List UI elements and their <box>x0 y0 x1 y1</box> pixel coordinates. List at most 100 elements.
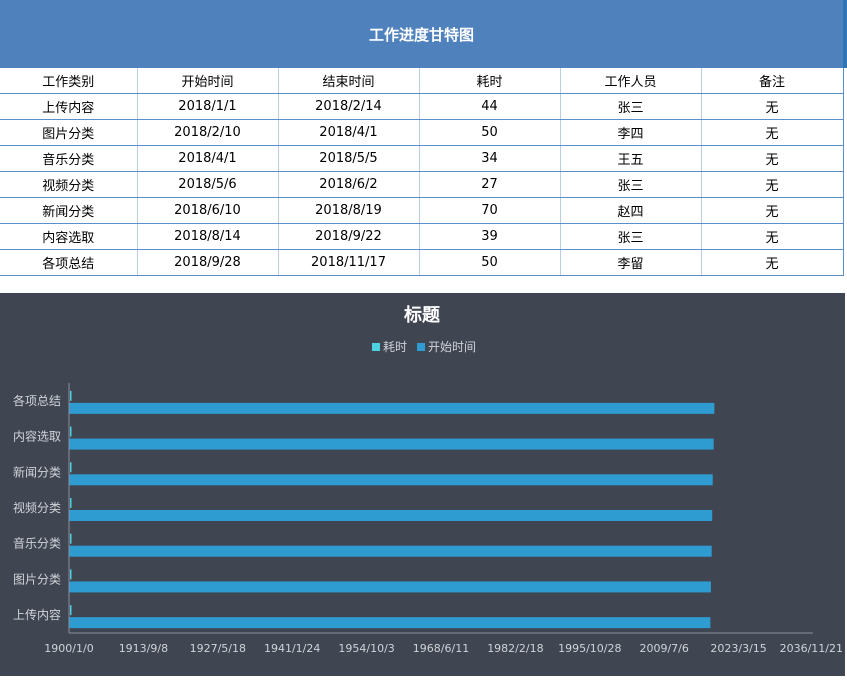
legend-label[interactable]: 开始时间 <box>428 340 476 354</box>
table-cell[interactable]: 44 <box>419 93 561 120</box>
table-cell[interactable]: 2018/4/1 <box>278 119 420 146</box>
table-cell[interactable]: 2018/6/10 <box>137 197 279 224</box>
table-cell[interactable]: 无 <box>701 171 844 198</box>
table-cell[interactable]: 图片分类 <box>0 119 138 146</box>
start-time-bar[interactable] <box>69 581 711 593</box>
table-cell[interactable]: 27 <box>419 171 561 198</box>
table-cell[interactable]: 内容选取 <box>0 223 138 250</box>
table-cell[interactable]: 无 <box>701 145 844 172</box>
table-cell[interactable]: 音乐分类 <box>0 145 138 172</box>
table-cell[interactable]: 王五 <box>560 145 702 172</box>
table-row: 视频分类 2018/5/6 2018/6/2 27 张三无 <box>0 171 844 198</box>
table-cell[interactable]: 2018/9/28 <box>137 249 279 276</box>
y-tick-label: 内容选取 <box>13 429 61 444</box>
table-cell[interactable]: 50 <box>419 119 561 146</box>
table-cell[interactable]: 39 <box>419 223 561 250</box>
chart-title: 标题 <box>403 304 441 326</box>
chart-bars <box>69 390 715 629</box>
table-row: 图片分类 2018/2/10 2018/4/1 50 李四无 <box>0 119 844 146</box>
x-tick-label: 1982/2/18 <box>487 642 543 655</box>
table-cell[interactable]: 视频分类 <box>0 171 138 198</box>
table-cell[interactable]: 张三 <box>560 93 702 120</box>
x-tick-label: 1927/5/18 <box>190 642 246 655</box>
table-cell[interactable]: 2018/5/6 <box>137 171 279 198</box>
header-cell[interactable]: 工作人员 <box>560 68 702 94</box>
table-cell[interactable]: 2018/6/2 <box>278 171 420 198</box>
x-tick-label: 2023/3/15 <box>710 642 766 655</box>
table-cell[interactable]: 2018/5/5 <box>278 145 420 172</box>
table-cell[interactable]: 李四 <box>560 119 702 146</box>
gantt-chart[interactable]: 标题 耗时 开始时间 上传内容 图片分类 音乐分类 视频分类 新闻分类 内容选取 各项总结 1… <box>0 293 845 676</box>
sheet-title: 工作进度甘特图 <box>0 0 843 68</box>
sheet-edge-strip <box>843 0 847 68</box>
table-cell[interactable]: 无 <box>701 119 844 146</box>
duration-bar[interactable] <box>70 605 72 616</box>
header-cell[interactable]: 耗时 <box>419 68 561 94</box>
y-tick-label: 图片分类 <box>13 572 61 586</box>
table-cell[interactable]: 2018/4/1 <box>137 145 279 172</box>
table-cell[interactable]: 2018/2/14 <box>278 93 420 120</box>
table-cell[interactable]: 2018/11/17 <box>278 249 420 276</box>
x-tick-label: 1968/6/11 <box>413 642 469 655</box>
duration-bar[interactable] <box>70 498 72 508</box>
table-cell[interactable]: 34 <box>419 145 561 172</box>
table-cell[interactable]: 各项总结 <box>0 249 138 276</box>
legend-swatch <box>372 343 380 351</box>
y-axis-labels: 上传内容 图片分类 音乐分类 视频分类 新闻分类 内容选取 各项总结 <box>13 393 61 622</box>
table-cell[interactable]: 张三 <box>560 171 702 198</box>
table-cell[interactable]: 无 <box>701 197 844 224</box>
start-time-bar[interactable] <box>69 617 711 629</box>
legend-label[interactable]: 耗时 <box>383 340 407 354</box>
duration-bar[interactable] <box>70 462 72 473</box>
x-tick-label: 1995/10/28 <box>558 642 621 655</box>
table-cell[interactable]: 无 <box>701 223 844 250</box>
duration-bar[interactable] <box>70 426 72 437</box>
table-cell[interactable]: 新闻分类 <box>0 197 138 224</box>
table-cell[interactable]: 70 <box>419 197 561 224</box>
duration-bar[interactable] <box>70 390 72 401</box>
header-cell[interactable]: 开始时间 <box>137 68 279 94</box>
header-cell[interactable]: 结束时间 <box>278 68 420 94</box>
table-row: 上传内容 2018/1/1 2018/2/14 44 张三无 <box>0 93 844 120</box>
y-tick-label: 各项总结 <box>13 393 61 408</box>
chart-legend[interactable]: 耗时 开始时间 <box>372 340 476 354</box>
x-tick-label: 1913/9/8 <box>119 642 168 655</box>
table-cell[interactable]: 上传内容 <box>0 93 138 120</box>
table-cell[interactable]: 2018/8/19 <box>278 197 420 224</box>
chart-canvas: 标题 耗时 开始时间 上传内容 图片分类 音乐分类 视频分类 新闻分类 内容选取 各项总结 1… <box>13 304 843 655</box>
data-table: 工作类别 开始时间 结束时间 耗时 工作人员 备注 上传内容 2018/1/1 20… <box>0 68 844 276</box>
table-cell[interactable]: 无 <box>701 249 844 276</box>
legend-swatch <box>417 343 425 351</box>
x-tick-label: 1900/1/0 <box>44 642 93 655</box>
y-tick-label: 音乐分类 <box>13 536 61 551</box>
table-row: 内容选取 2018/8/14 2018/9/22 39 张三无 <box>0 223 844 250</box>
y-tick-label: 上传内容 <box>13 607 61 622</box>
start-time-bar[interactable] <box>69 438 714 450</box>
x-tick-label: 2009/7/6 <box>639 642 688 655</box>
table-cell[interactable]: 无 <box>701 93 844 120</box>
x-tick-label: 1941/1/24 <box>264 642 320 655</box>
duration-bar[interactable] <box>70 569 72 580</box>
start-time-bar[interactable] <box>69 402 715 414</box>
table-cell[interactable]: 李留 <box>560 249 702 276</box>
table-cell[interactable]: 赵四 <box>560 197 702 224</box>
x-tick-label: 1954/10/3 <box>338 642 394 655</box>
header-cell[interactable]: 备注 <box>701 68 844 94</box>
start-time-bar[interactable] <box>69 474 713 486</box>
table-row: 新闻分类 2018/6/10 2018/8/19 70 赵四无 <box>0 197 844 224</box>
x-tick-label: 2036/11/21 <box>780 642 843 655</box>
duration-bar[interactable] <box>70 533 72 544</box>
table-row: 各项总结 2018/9/28 2018/11/17 50 李留无 <box>0 249 844 276</box>
table-cell[interactable]: 2018/2/10 <box>137 119 279 146</box>
table-cell[interactable]: 2018/1/1 <box>137 93 279 120</box>
table-cell[interactable]: 2018/9/22 <box>278 223 420 250</box>
start-time-bar[interactable] <box>69 545 712 557</box>
table-cell[interactable]: 张三 <box>560 223 702 250</box>
x-axis-labels: 1900/1/0 1913/9/8 1927/5/18 1941/1/24 1954/1… <box>44 642 843 655</box>
start-time-bar[interactable] <box>69 510 713 521</box>
header-cell[interactable]: 工作类别 <box>0 68 138 94</box>
table-cell[interactable]: 2018/8/14 <box>137 223 279 250</box>
table-cell[interactable]: 50 <box>419 249 561 276</box>
table-row: 音乐分类 2018/4/1 2018/5/5 34 王五无 <box>0 145 844 172</box>
y-tick-label: 视频分类 <box>13 500 61 515</box>
